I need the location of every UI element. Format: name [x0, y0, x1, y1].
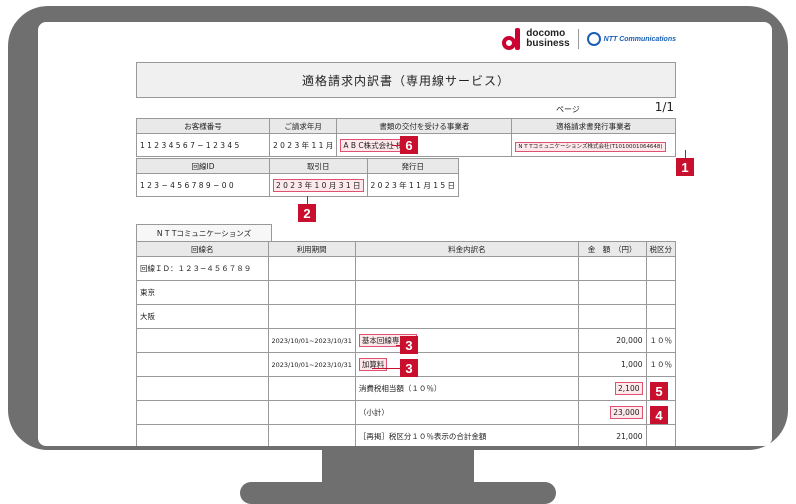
tax-cell [645, 280, 676, 305]
line-name-cell [136, 424, 269, 446]
page-label: ページ [556, 105, 580, 114]
transaction-date: 2 0 2 3 年 1 0 月 3 1 日 [273, 178, 364, 192]
monitor-neck [322, 450, 474, 486]
logo-partner: NTT Communications [603, 35, 676, 43]
item-cell [354, 256, 579, 281]
issuer-name: N T Tコミュニケーションズ株式会社(T1010001064648) [515, 141, 666, 152]
callout-badge-2: 2 [298, 204, 316, 222]
callout-leader [392, 145, 400, 146]
tax-cell [645, 424, 676, 446]
period-cell [267, 376, 356, 401]
amount-cell [577, 256, 647, 281]
monitor-frame: docomo business NTT Communications 適格請求内… [0, 0, 796, 504]
table-row: 大阪 [136, 304, 676, 329]
table-row: 回線ＩＤ：１２３−４５６７８９ [136, 256, 676, 281]
callout-leader [307, 196, 308, 204]
tax-cell [645, 304, 676, 329]
col-usage-period: 利用期間 [267, 241, 356, 257]
line-name-cell [136, 328, 269, 353]
callout-badge-4: 4 [650, 406, 668, 424]
consumption-tax-amount: 2,100 [615, 382, 643, 395]
col-tax-class: 税区分 [645, 241, 676, 257]
item-cell: （小計） [354, 400, 579, 425]
issue-date: 2 0 2 3 年 1 1 月 1 5 日 [366, 173, 460, 197]
callout-leader [685, 150, 686, 158]
monitor-screen: docomo business NTT Communications 適格請求内… [38, 22, 772, 446]
billing-month: 2 0 2 3 年 1 1 月 [268, 133, 338, 157]
tax-cell: １０％ [645, 352, 676, 377]
docomo-d-icon [502, 28, 521, 50]
item-cell: 消費税相当額（１０％） [354, 376, 579, 401]
table-row: ［再掲］税区分１０％表示の合計金額 21,000 [136, 424, 676, 446]
line-name-cell: 回線ＩＤ：１２３−４５６７８９ [136, 256, 269, 281]
col-charge-item: 料金内訳名 [354, 241, 579, 257]
col-recipient: 書類の交付を受ける事業者 [336, 118, 513, 134]
ntt-mark-icon [586, 32, 601, 46]
amount-cell [577, 280, 647, 305]
period-cell: 2023/10/01~2023/10/31 [267, 328, 356, 353]
col-issuer: 適格請求書発行事業者 [511, 118, 676, 134]
line-name-cell [136, 376, 269, 401]
section-tab: N T Tコミュニケーションズ [136, 224, 272, 242]
line-name-cell: 東京 [136, 280, 269, 305]
monitor-bezel: docomo business NTT Communications 適格請求内… [8, 6, 788, 450]
amount-cell: 1,000 [577, 352, 647, 377]
line-info-table: 回線ID 取引日 発行日 1 2 3 − 4 5 6 7 8 9 − 0 0 2… [136, 158, 460, 197]
col-transaction-date: 取引日 [269, 158, 368, 174]
invoice-document: 適格請求内訳書（専用線サービス） ページ 1/1 お客様番号 ご請求年月 書類の… [136, 62, 676, 446]
table-row: （小計） 23,000 [136, 400, 676, 425]
line-name-cell: 大阪 [136, 304, 269, 329]
col-billing-month: ご請求年月 [268, 118, 338, 134]
period-cell [267, 424, 356, 446]
tax-cell [645, 256, 676, 281]
col-line-id: 回線ID [136, 158, 270, 174]
col-customer-number: お客様番号 [136, 118, 270, 134]
line-id: 1 2 3 − 4 5 6 7 8 9 − 0 0 [136, 173, 270, 197]
line-name-cell [136, 400, 269, 425]
line-name-cell [136, 352, 269, 377]
col-issue-date: 発行日 [366, 158, 460, 174]
callout-badge-3a: 3 [400, 336, 418, 354]
col-amount: 金 額 （円） [577, 241, 647, 257]
item-cell [354, 304, 579, 329]
logo-brand-bottom: business [526, 38, 570, 49]
callout-badge-3b: 3 [400, 359, 418, 377]
period-cell [267, 304, 356, 329]
callout-leader [372, 368, 400, 369]
period-cell [267, 400, 356, 425]
customer-number: 1 1 2 3 4 5 6 7 − 1 2 3 4 5 [136, 133, 270, 157]
period-cell: 2023/10/01~2023/10/31 [267, 352, 356, 377]
logo-divider [577, 29, 579, 49]
amount-cell: 21,000 [577, 424, 647, 446]
subtotal-amount: 23,000 [610, 406, 643, 419]
table-row: 東京 [136, 280, 676, 305]
document-title: 適格請求内訳書（専用線サービス） [136, 62, 676, 98]
monitor-foot [240, 482, 556, 504]
page-number: 1/1 [654, 100, 674, 114]
tax-cell: １０％ [645, 328, 676, 353]
callout-badge-1: 1 [676, 158, 694, 176]
amount-cell [577, 304, 647, 329]
period-cell [267, 280, 356, 305]
period-cell [267, 256, 356, 281]
item-cell: ［再掲］税区分１０％表示の合計金額 [354, 424, 579, 446]
item-cell [354, 280, 579, 305]
brand-logo: docomo business NTT Communications [502, 28, 676, 50]
callout-badge-5: 5 [650, 382, 668, 400]
col-line-name: 回線名 [136, 241, 269, 257]
amount-cell: 20,000 [577, 328, 647, 353]
charge-item-additional: 加算料 [358, 358, 388, 371]
callout-badge-6: 6 [400, 136, 418, 154]
table-row: 消費税相当額（１０％） 2,100 [136, 376, 676, 401]
